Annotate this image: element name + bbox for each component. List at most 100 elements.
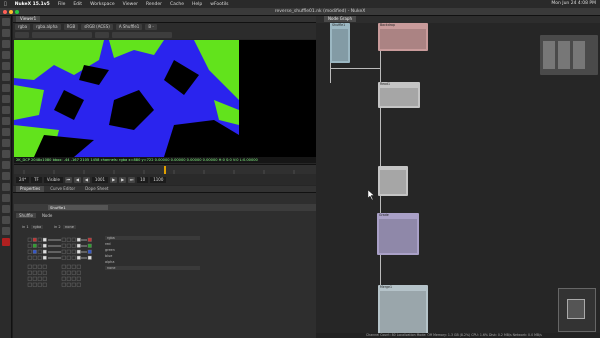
close-window-button[interactable]	[3, 10, 7, 14]
viewer-info-bar: 2K_DCP 2048x1080 bbox: -44 -167 2105 145…	[14, 157, 316, 163]
dag-tabstrip: Node Graph	[316, 16, 600, 23]
menubar-clock: Mon Jun 24 4:08 PM	[551, 1, 596, 6]
menu-file[interactable]: File	[58, 2, 66, 7]
viewer-tabstrip: Viewer1	[13, 16, 316, 23]
timecode-mode[interactable]: TF	[31, 176, 42, 183]
layer-dropdown[interactable]: rgba.alpha	[33, 24, 61, 30]
viewer-controls-row-2	[13, 31, 316, 39]
tab-dope-sheet[interactable]: Dope Sheet	[81, 186, 112, 192]
menu-wfootils[interactable]: wFootils	[210, 2, 228, 7]
views-tool-icon[interactable]	[2, 128, 10, 136]
play-forward-icon[interactable]: ▶	[110, 176, 118, 183]
colorspace-dropdown[interactable]: sRGB (ACES)	[81, 24, 113, 30]
toolsets-icon[interactable]	[2, 150, 10, 158]
play-backward-icon[interactable]: ◀	[82, 176, 90, 183]
filter-tool-icon[interactable]	[2, 73, 10, 81]
3d-tool-icon[interactable]	[2, 117, 10, 125]
menu-help[interactable]: Help	[192, 2, 202, 7]
node-toolbar	[0, 16, 12, 338]
particles-tool-icon[interactable]	[2, 183, 10, 191]
menubar:  NukeX 15.1v5 File Edit Workspace Viewe…	[0, 0, 600, 8]
keyer-tool-icon[interactable]	[2, 84, 10, 92]
app-name[interactable]: NukeX 15.1v5	[15, 2, 50, 7]
draw-tool-icon[interactable]	[2, 29, 10, 37]
viewer-image	[14, 40, 316, 157]
end-frame-field[interactable]: 1100	[150, 176, 167, 183]
in1-label: in 1	[22, 225, 29, 229]
other-tool-icon[interactable]	[2, 161, 10, 169]
deep-tool-icon[interactable]	[2, 194, 10, 202]
gamma-field[interactable]	[95, 32, 109, 38]
tab-node-graph[interactable]: Node Graph	[324, 16, 356, 22]
out-blue-label: blue	[105, 254, 113, 258]
out-alpha-label: alpha	[105, 260, 115, 264]
node-graph[interactable]: Shuffle1 Backdrop Read1 Grade Merge1	[316, 23, 600, 338]
node-roto[interactable]	[378, 166, 408, 196]
transform-tool-icon[interactable]	[2, 106, 10, 114]
menu-cache[interactable]: Cache	[170, 2, 184, 7]
subtab-node[interactable]: Node	[39, 213, 55, 218]
minimize-window-button[interactable]	[9, 10, 13, 14]
color-tool-icon[interactable]	[2, 62, 10, 70]
timeline-ruler[interactable]	[14, 164, 316, 174]
node-shuffle1[interactable]: Shuffle1	[330, 23, 350, 63]
tab-properties[interactable]: Properties	[16, 186, 45, 192]
pipe-horizontal	[330, 68, 380, 69]
air-tool-icon[interactable]	[2, 227, 10, 235]
current-frame-field[interactable]: 1001	[91, 176, 109, 183]
fps-field[interactable]: 24*	[16, 176, 30, 183]
mouse-cursor-icon	[368, 190, 375, 200]
out2-dropdown[interactable]: none	[105, 266, 200, 270]
merge-tool-icon[interactable]	[2, 95, 10, 103]
input-a-dropdown[interactable]: A Shuffle1	[115, 24, 143, 30]
tab-curve-editor[interactable]: Curve Editor	[46, 186, 79, 192]
gamma-slider[interactable]	[112, 32, 172, 38]
menu-viewer[interactable]: Viewer	[123, 2, 138, 7]
rgb-dropdown[interactable]: RGB	[63, 24, 79, 30]
viewer-viewport[interactable]	[14, 40, 316, 157]
node-group-right[interactable]	[540, 35, 598, 75]
input-b-dropdown[interactable]: B -	[145, 24, 157, 30]
next-key-icon[interactable]: ▶	[119, 176, 127, 183]
node-merge1[interactable]: Merge1	[378, 285, 428, 335]
minimap-viewport[interactable]	[567, 299, 585, 319]
time-tool-icon[interactable]	[2, 40, 10, 48]
menu-edit[interactable]: Edit	[73, 2, 82, 7]
apple-icon[interactable]: 	[4, 2, 7, 7]
window-title: reverse_shuffle01.nk (modified) - NukeX	[274, 9, 366, 14]
furnace-tool-icon[interactable]	[2, 172, 10, 180]
status-bar: Channel Count: 80 Localization Mode: Off…	[316, 333, 600, 338]
last-frame-icon[interactable]: ⏭	[128, 176, 136, 183]
shuffle-wiring	[27, 237, 92, 287]
gain-slider[interactable]	[32, 32, 92, 38]
in1-dropdown[interactable]: rgba	[31, 225, 44, 229]
cara-tool-icon[interactable]	[2, 216, 10, 224]
playback-bar: 24* TF Visible ⏮ ◀ ◀ 1001 ▶ ▶ ⏭ 10 1100	[14, 174, 316, 185]
aov-tool-icon[interactable]	[2, 205, 10, 213]
channel-tool-icon[interactable]	[2, 51, 10, 59]
menu-workspace[interactable]: Workspace	[90, 2, 115, 7]
first-frame-icon[interactable]: ⏮	[64, 176, 72, 183]
range-dropdown[interactable]: Visible	[43, 176, 63, 183]
node-read1[interactable]: Read1	[378, 82, 420, 108]
out-red-label: red	[105, 242, 111, 246]
image-tool-icon[interactable]	[2, 18, 10, 26]
menu-render[interactable]: Render	[146, 2, 162, 7]
node-properties-header: Shuffle1	[14, 204, 316, 211]
node-backdrop[interactable]: Backdrop	[378, 23, 428, 51]
gain-field[interactable]	[15, 32, 29, 38]
metadata-tool-icon[interactable]	[2, 139, 10, 147]
subtab-shuffle[interactable]: Shuffle	[16, 213, 36, 218]
out1-dropdown[interactable]: rgba	[105, 236, 200, 240]
tab-viewer1[interactable]: Viewer1	[16, 16, 41, 22]
prev-key-icon[interactable]: ◀	[73, 176, 81, 183]
dag-minimap[interactable]	[558, 288, 596, 332]
in2-dropdown[interactable]: none	[63, 225, 76, 229]
zoom-window-button[interactable]	[15, 10, 19, 14]
record-icon[interactable]	[2, 238, 10, 246]
node-grade[interactable]: Grade	[377, 213, 419, 255]
channels-dropdown[interactable]: rgba	[15, 24, 31, 30]
node-name-field[interactable]: Shuffle1	[48, 205, 108, 210]
window-titlebar: reverse_shuffle01.nk (modified) - NukeX	[0, 8, 600, 16]
step-field[interactable]: 10	[137, 176, 149, 183]
